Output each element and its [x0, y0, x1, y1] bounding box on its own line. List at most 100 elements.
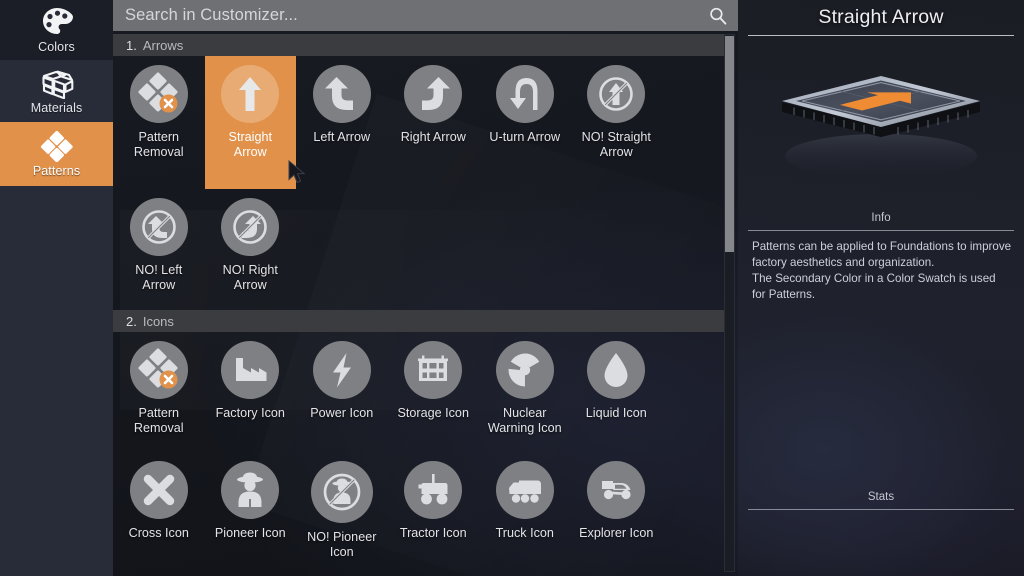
grid-item-cross-icon[interactable]: Cross Icon	[113, 452, 205, 570]
grid-item-right-arrow[interactable]: Right Arrow	[388, 56, 480, 189]
grid-item-truck-icon[interactable]: Truck Icon	[479, 452, 571, 570]
grid-scrollbar-thumb[interactable]	[725, 36, 734, 252]
uturn-arrow-icon	[495, 65, 554, 123]
foundation-tile-with-arrow-icon	[738, 76, 1024, 208]
grid-item-no-left-arrow[interactable]: NO! Left Arrow	[113, 189, 205, 307]
grid-item-label: Straight Arrow	[228, 130, 272, 159]
grid-item-label: Liquid Icon	[585, 406, 647, 420]
palette-icon	[40, 6, 74, 38]
grid-item-label: Right Arrow	[400, 130, 466, 144]
search-icon[interactable]	[708, 6, 728, 26]
grid-item-label: Pattern Removal	[133, 406, 184, 435]
grid-row: NO! Left Arrow NO! Right Arrow	[113, 189, 724, 307]
left-arrow-icon	[312, 65, 371, 123]
grid-item-factory-icon[interactable]: Factory Icon	[205, 332, 297, 452]
grid-item-label: Factory Icon	[215, 406, 285, 420]
storage-icon	[404, 341, 463, 399]
customizer-screen: Colors Materials Patterns Search in Cust…	[0, 0, 1024, 576]
grid-item-nuclear-warning-icon[interactable]: Nuclear Warning Icon	[479, 332, 571, 452]
grid-item-empty	[296, 189, 388, 307]
grid-item-uturn-arrow[interactable]: U-turn Arrow	[479, 56, 571, 189]
preview-area	[738, 36, 1024, 208]
grid-item-label: Power Icon	[310, 406, 374, 420]
pattern-grid: 1. Arrows Pattern Removal Straight Arrow…	[113, 31, 738, 576]
grid-item-no-straight-arrow[interactable]: NO! Straight Arrow	[571, 56, 663, 189]
pattern-removal-icon	[129, 65, 188, 123]
info-divider	[748, 230, 1014, 231]
grid-item-power-icon[interactable]: Power Icon	[296, 332, 388, 452]
grid-item-label: Pattern Removal	[133, 130, 184, 159]
pattern-removal-icon	[129, 341, 188, 399]
grid-item-empty	[479, 189, 571, 307]
sidebar-item-label: Materials	[30, 101, 83, 116]
stats-divider	[748, 509, 1014, 510]
grid-item-empty	[388, 189, 480, 307]
grid-item-pattern-removal[interactable]: Pattern Removal	[113, 56, 205, 189]
grid-item-explorer-icon[interactable]: Explorer Icon	[571, 452, 663, 570]
grid-row: Pattern Removal Factory Icon Power Icon …	[113, 332, 724, 452]
stats-text	[738, 510, 1024, 518]
section-number: 1.	[126, 37, 137, 53]
grid-item-pioneer-icon[interactable]: Pioneer Icon	[205, 452, 297, 570]
grid-item-label: Pioneer Icon	[214, 526, 286, 540]
section-name: Arrows	[142, 37, 184, 53]
no-pioneer-icon	[310, 461, 373, 523]
grid-item-partial	[571, 570, 663, 576]
grid-item-label: NO! Pioneer Icon	[307, 530, 377, 559]
grid-item-partial[interactable]	[113, 570, 205, 576]
grid-item-label: NO! Left Arrow	[135, 263, 183, 292]
bricks-icon	[40, 67, 74, 100]
page-title: Straight Arrow	[818, 6, 944, 28]
right-arrow-icon	[404, 65, 463, 123]
grid-item-label: Nuclear Warning Icon	[487, 406, 562, 435]
sidebar-item-materials[interactable]: Materials	[0, 60, 113, 122]
grid-item-label: Tractor Icon	[399, 526, 467, 540]
grid-item-tractor-icon[interactable]: Tractor Icon	[388, 452, 480, 570]
grid-item-partial[interactable]	[388, 570, 480, 576]
sidebar: Colors Materials Patterns	[0, 0, 113, 576]
sidebar-item-patterns[interactable]: Patterns	[0, 122, 113, 186]
grid-item-label: Cross Icon	[128, 526, 189, 540]
grid-item-no-pioneer-icon[interactable]: NO! Pioneer Icon	[296, 452, 388, 570]
grid-item-label: NO! Right Arrow	[222, 263, 278, 292]
grid-item-straight-arrow[interactable]: Straight Arrow	[204, 56, 296, 189]
grid-item-label: Explorer Icon	[579, 526, 654, 540]
grid-item-left-arrow[interactable]: Left Arrow	[296, 56, 388, 189]
grid-row: Pattern Removal Straight Arrow Left Arrow	[113, 56, 724, 189]
no-straight-arrow-icon	[587, 65, 646, 123]
grid-item-no-right-arrow[interactable]: NO! Right Arrow	[205, 189, 297, 307]
stats-section: Stats	[738, 487, 1024, 518]
liquid-icon	[587, 341, 646, 399]
no-right-arrow-icon	[221, 198, 280, 256]
grid-item-empty	[571, 189, 663, 307]
power-icon	[312, 341, 371, 399]
grid-item-partial	[479, 570, 571, 576]
section-header-arrows: 1. Arrows	[113, 34, 724, 56]
grid-item-liquid-icon[interactable]: Liquid Icon	[571, 332, 663, 452]
search-input[interactable]	[125, 6, 708, 25]
grid-item-label: NO! Straight Arrow	[581, 130, 651, 159]
sidebar-item-label: Colors	[38, 40, 75, 55]
section-name: Icons	[142, 313, 174, 329]
section-header-icons: 2. Icons	[113, 310, 724, 332]
grid-item-label: Truck Icon	[495, 526, 554, 540]
pioneer-icon	[221, 461, 280, 519]
straight-arrow-icon	[221, 65, 280, 123]
grid-item-label: Storage Icon	[397, 406, 469, 420]
search-bar	[113, 0, 738, 31]
explorer-icon	[587, 461, 646, 519]
factory-icon	[221, 341, 280, 399]
grid-item-storage-icon[interactable]: Storage Icon	[388, 332, 480, 452]
section-number: 2.	[126, 313, 137, 329]
tractor-icon	[404, 461, 463, 519]
sidebar-item-label: Patterns	[32, 164, 81, 179]
truck-icon	[495, 461, 554, 519]
detail-panel: Straight Arrow Info Patterns can be appl…	[738, 0, 1024, 576]
grid-item-partial[interactable]	[296, 570, 388, 576]
grid-row: Cross Icon Pioneer Icon NO! Pioneer Icon…	[113, 452, 724, 570]
grid-item-pattern-removal[interactable]: Pattern Removal	[113, 332, 205, 452]
sidebar-item-colors[interactable]: Colors	[0, 0, 113, 60]
grid-item-label: U-turn Arrow	[489, 130, 561, 144]
grid-item-partial[interactable]	[205, 570, 297, 576]
grid-row-partial	[113, 570, 724, 576]
